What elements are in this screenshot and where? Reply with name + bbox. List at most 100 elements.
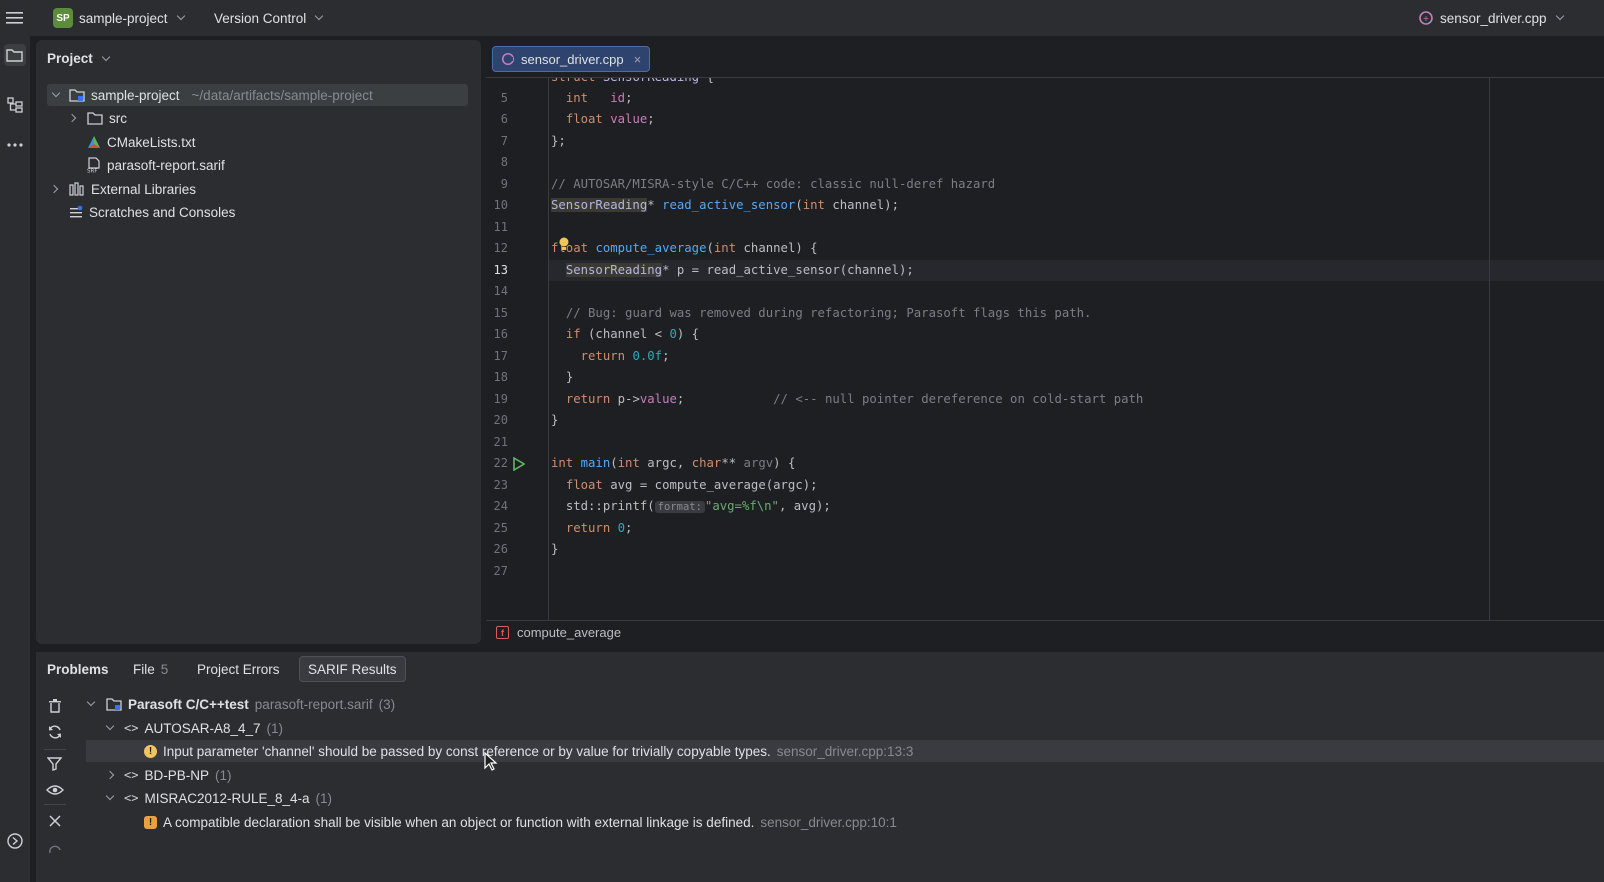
hamburger-icon [6, 12, 23, 24]
trash-icon [49, 699, 61, 713]
breadcrumb[interactable]: f compute_average [486, 620, 1604, 644]
line-number: 24 [493, 499, 508, 513]
project-tool-button[interactable] [4, 44, 26, 66]
chevron-down-icon [105, 791, 115, 801]
rule-label: AUTOSAR-A8_4_7 [144, 720, 261, 736]
parameter-hint: format: [654, 501, 705, 513]
main-menu-button[interactable] [6, 8, 24, 28]
module-folder-icon [69, 89, 85, 102]
tree-item-sarif[interactable]: SRF parasoft-report.sarif [87, 154, 225, 176]
tab-file[interactable]: File 5 [125, 656, 176, 682]
issue-row[interactable]: ! A compatible declaration shall be visi… [144, 811, 897, 833]
code-line: float avg = compute_average(argc); [565, 478, 818, 492]
chevron-down-icon [315, 11, 324, 21]
vcs-menu[interactable]: Version Control [214, 8, 324, 28]
line-number: 20 [493, 413, 508, 427]
chevron-right-icon [105, 770, 115, 780]
line-number: 26 [493, 542, 508, 556]
project-panel-title: Project [47, 51, 93, 66]
scratches-icon [70, 205, 83, 218]
line-number: 8 [500, 155, 508, 169]
line-number: 6 [500, 112, 508, 126]
code-line: SensorReading* p = read_active_sensor(ch… [565, 263, 914, 277]
delete-button[interactable] [46, 697, 64, 715]
close-panel-button[interactable] [46, 812, 64, 830]
issue-location: sensor_driver.cpp:13:3 [776, 743, 914, 759]
editor-tab-bar: sensor_driver.cpp × [486, 40, 1604, 78]
rule-count: (1) [266, 720, 284, 736]
rule-group-bd-pb-np[interactable]: <> BD-PB-NP (1) [105, 764, 232, 786]
line-number: 16 [493, 327, 508, 341]
tab-sarif-results[interactable]: SARIF Results [299, 656, 406, 682]
svg-text:SRF: SRF [87, 169, 97, 174]
tab-problems[interactable]: Problems [39, 656, 117, 682]
tree-item-sample-project[interactable]: sample-project ~/data/artifacts/sample-p… [47, 84, 468, 106]
tree-item-src[interactable]: src [67, 107, 127, 129]
services-tool-button[interactable] [4, 830, 26, 852]
line-number: 7 [500, 134, 508, 148]
rerun-button[interactable] [46, 840, 64, 858]
tree-item-label: Scratches and Consoles [89, 204, 236, 220]
svg-text:+: + [1423, 14, 1430, 23]
code-line: // Bug: guard was removed during refacto… [565, 306, 1092, 320]
tool-report-file: parasoft-report.sarif [254, 696, 373, 712]
cmake-icon [88, 136, 100, 148]
line-number: 21 [493, 435, 508, 449]
chevron-down-icon [176, 11, 185, 21]
code-area[interactable]: struct SensorReading { int id; float val… [548, 78, 1604, 620]
code-line: std::printf(format: "avg=%f\n", avg); [565, 499, 831, 513]
tool-count: (3) [378, 696, 396, 712]
code-line: } [551, 413, 559, 427]
cpp-file-icon [501, 52, 515, 66]
line-number: 12 [493, 241, 508, 255]
code-line: if (channel < 0) { [565, 327, 700, 341]
rule-icon: <> [124, 768, 139, 782]
filter-button[interactable] [46, 755, 64, 773]
more-tools-button[interactable] [4, 134, 26, 156]
tree-item-external-libraries[interactable]: External Libraries [49, 178, 197, 200]
editor-tab-label: sensor_driver.cpp [521, 51, 624, 67]
project-panel: Project sample-project ~/data/artifacts/… [36, 40, 481, 644]
close-icon[interactable]: × [634, 52, 642, 67]
code-line: float value; [565, 112, 655, 126]
module-folder-icon [106, 698, 122, 711]
structure-tool-button[interactable] [4, 94, 26, 116]
line-number: 14 [493, 284, 508, 298]
tree-item-cmakelists[interactable]: CMakeLists.txt [87, 131, 196, 153]
sarif-tool-root[interactable]: Parasoft C/C++test parasoft-report.sarif… [86, 693, 396, 715]
project-switcher[interactable]: SP sample-project [53, 8, 185, 28]
project-panel-header[interactable]: Project [47, 51, 111, 66]
current-file-label: sensor_driver.cpp [1440, 10, 1547, 26]
line-number: 11 [493, 220, 508, 234]
line-number: 5 [500, 91, 508, 105]
tab-label: File [133, 661, 155, 677]
title-bar: SP sample-project Version Control + sens… [0, 0, 1604, 36]
code-line: int main(int argc, char** argv) { [551, 456, 796, 470]
view-options-button[interactable] [46, 781, 64, 799]
code-comment: // AUTOSAR/MISRA-style C/C++ code: class… [551, 177, 996, 191]
tab-project-errors[interactable]: Project Errors [189, 656, 288, 682]
library-icon [69, 182, 84, 196]
breadcrumb-label: compute_average [517, 625, 622, 640]
refresh-button[interactable] [46, 723, 64, 741]
vcs-label: Version Control [214, 10, 307, 26]
issue-row-selected[interactable]: ! Input parameter 'channel' should be pa… [86, 740, 1604, 762]
rule-icon: <> [124, 791, 139, 805]
editor-tab-sensor-driver[interactable]: sensor_driver.cpp × [492, 46, 651, 72]
line-number: 19 [493, 392, 508, 406]
lightbulb-icon[interactable] [558, 237, 570, 251]
code-line: SensorReading* read_active_sensor(int ch… [551, 198, 899, 212]
rule-count: (1) [214, 767, 232, 783]
tree-item-label: External Libraries [91, 181, 197, 197]
run-config-selector[interactable]: + sensor_driver.cpp [1418, 8, 1564, 28]
toolbar-divider [44, 749, 66, 750]
tree-item-scratches[interactable]: Scratches and Consoles [69, 201, 235, 223]
tree-item-label: sample-project [91, 87, 180, 103]
rule-group-autosar[interactable]: <> AUTOSAR-A8_4_7 (1) [105, 717, 284, 739]
tab-label: SARIF Results [308, 661, 397, 677]
filter-icon [47, 757, 63, 771]
rule-group-misra[interactable]: <> MISRAC2012-RULE_8_4-a (1) [105, 787, 333, 809]
refresh-icon [49, 725, 61, 739]
rule-count: (1) [315, 790, 333, 806]
run-icon[interactable] [513, 457, 525, 471]
